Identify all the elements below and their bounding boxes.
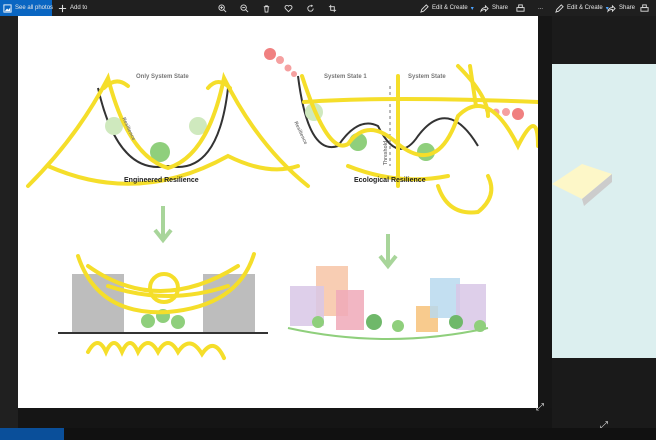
zoom-in-icon <box>218 3 227 13</box>
more-button[interactable]: ... <box>538 0 543 16</box>
heart-icon <box>284 4 293 13</box>
system-state-1-label: System State 1 <box>324 74 367 80</box>
share-icon <box>480 4 489 13</box>
resilience-diagram <box>26 48 540 360</box>
background-isometric-shape <box>552 164 612 206</box>
second-window-toolbar: Edit & Create ▾ Share <box>552 0 656 16</box>
zoom-out-button[interactable] <box>240 0 249 16</box>
photos-icon <box>3 3 12 13</box>
system-state-2-label: System State <box>408 74 446 80</box>
delete-button[interactable] <box>262 0 271 16</box>
rotate-icon <box>306 4 315 13</box>
add-to-label: Add to <box>70 5 88 11</box>
chevron-down-icon: ▾ <box>470 5 474 12</box>
taskbar <box>0 428 656 440</box>
background-window-image <box>552 64 656 358</box>
zoom-out-icon <box>240 3 249 13</box>
taskbar-active-item[interactable] <box>0 428 64 440</box>
crop-icon <box>328 4 337 13</box>
viewer-bottom-bar <box>18 408 552 428</box>
only-system-state-label: Only System State <box>136 74 189 80</box>
edit-create-label-2: Edit & Create <box>567 5 603 11</box>
share-label: Share <box>492 5 509 11</box>
print-button-2[interactable] <box>640 0 649 16</box>
viewer-right-margin <box>538 16 552 408</box>
add-to-button[interactable]: Add to <box>58 0 87 16</box>
edit-icon <box>420 3 429 13</box>
favorite-button[interactable] <box>284 0 293 16</box>
rotate-button[interactable] <box>306 0 315 16</box>
engineered-resilience-title: Engineered Resilience <box>124 177 199 184</box>
arrow-down-right <box>378 234 398 270</box>
photo-viewer-toolbar: See all photos Add to Edit & Create ▾ Sh… <box>0 0 552 16</box>
share-label-2: Share <box>619 5 636 11</box>
see-all-label: See all photos <box>15 5 54 11</box>
fullscreen-icon[interactable]: ⤢ <box>536 402 544 413</box>
edit-create-button-2[interactable]: Edit & Create ▾ <box>555 0 609 16</box>
ecological-resilience-title: Ecological Resilience <box>354 177 426 184</box>
plus-icon <box>58 4 67 13</box>
trash-icon <box>262 4 271 13</box>
printer-icon <box>640 3 649 13</box>
handwritten-efficiency: efficiency <box>96 346 101 347</box>
edit-icon <box>555 3 564 13</box>
threshold-label: Threshold <box>383 140 390 166</box>
see-all-photos-button[interactable]: See all photos <box>0 0 54 16</box>
more-label: ... <box>538 5 544 11</box>
edit-create-label: Edit & Create <box>432 5 468 11</box>
left-window-edge <box>0 16 18 440</box>
share-button[interactable]: Share <box>480 0 508 16</box>
share-icon <box>607 4 616 13</box>
share-button-2[interactable]: Share <box>607 0 635 16</box>
printer-icon <box>516 3 525 13</box>
photo-canvas[interactable]: Only System State Resilience Engineered … <box>18 16 540 408</box>
crop-button[interactable] <box>328 0 337 16</box>
zoom-in-button[interactable] <box>218 0 227 16</box>
arrow-down-left <box>153 206 173 244</box>
print-button[interactable] <box>516 0 525 16</box>
edit-create-button[interactable]: Edit & Create ▾ <box>420 0 474 16</box>
